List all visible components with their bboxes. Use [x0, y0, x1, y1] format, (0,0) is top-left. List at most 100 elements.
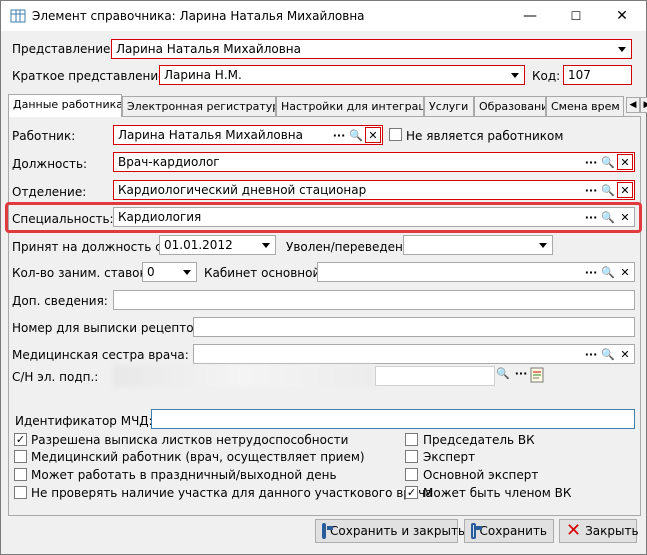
save-icon: [471, 523, 481, 539]
worker-field[interactable]: Ларина Наталья Михайловна ··· 🔍 ✕: [113, 125, 383, 145]
code-field[interactable]: 107: [563, 65, 632, 85]
code-label: Код:: [532, 69, 561, 83]
search-icon[interactable]: 🔍: [600, 264, 616, 280]
main-expert-checkbox[interactable]: [405, 468, 418, 481]
select-ellipsis-icon[interactable]: ···: [583, 264, 599, 280]
select-ellipsis-icon[interactable]: ···: [583, 209, 599, 225]
clear-icon[interactable]: ✕: [617, 264, 633, 280]
short-presentation-select[interactable]: Ларина Н.М.: [159, 65, 525, 85]
search-icon[interactable]: 🔍: [348, 127, 364, 143]
search-icon[interactable]: 🔍: [600, 209, 616, 225]
chevron-down-icon[interactable]: [535, 237, 551, 253]
close-window-button[interactable]: ✕: [599, 1, 645, 31]
presentation-value: Ларина Наталья Михайловна: [116, 42, 301, 56]
holiday-work-checkbox[interactable]: [14, 468, 27, 481]
mchd-label: Идентификатор МЧД:: [15, 414, 153, 428]
department-field[interactable]: Кардиологический дневной стационар ··· 🔍…: [113, 180, 635, 200]
tab-scroll-right-icon[interactable]: ▶: [640, 97, 647, 113]
short-presentation-value: Ларина Н.М.: [164, 68, 242, 82]
vk-member-checkbox[interactable]: ✓: [405, 486, 418, 499]
save-icon: [322, 523, 333, 539]
medical-worker-checkbox[interactable]: [14, 450, 27, 463]
recipe-number-field[interactable]: [193, 317, 635, 337]
hired-date-field[interactable]: 01.01.2012: [159, 235, 276, 255]
certificate-icon[interactable]: [530, 367, 544, 383]
select-ellipsis-icon[interactable]: ···: [331, 127, 347, 143]
extra-info-field[interactable]: [113, 290, 635, 310]
cert-redacted: [113, 365, 375, 387]
save-and-close-label: Сохранить и закрыть: [330, 524, 466, 538]
close-button[interactable]: ✕ Закрыть: [559, 519, 639, 543]
search-icon[interactable]: 🔍: [600, 346, 616, 362]
tab-e-registry[interactable]: Электронная регистратура: [122, 96, 276, 116]
chevron-down-icon[interactable]: [614, 41, 630, 57]
minimize-button[interactable]: —: [507, 1, 553, 31]
specialty-field[interactable]: Кардиология ··· 🔍 ✕: [113, 207, 635, 227]
not-worker-checkbox[interactable]: [389, 128, 402, 141]
search-icon[interactable]: 🔍: [600, 154, 616, 170]
catalog-icon: [10, 9, 26, 23]
department-value: Кардиологический дневной стационар: [118, 183, 367, 197]
cert-field[interactable]: [375, 366, 495, 386]
skip-district-check-label: Не проверять наличие участка для данного…: [31, 486, 433, 500]
close-icon: ✕: [566, 520, 582, 541]
select-ellipsis-icon[interactable]: ···: [583, 182, 599, 198]
presentation-label: Представление:: [12, 42, 115, 56]
nurse-field[interactable]: ··· 🔍 ✕: [193, 344, 635, 364]
main-expert-label: Основной эксперт: [423, 468, 539, 482]
save-and-close-button[interactable]: Сохранить и закрыть: [315, 519, 465, 543]
clear-icon[interactable]: ✕: [617, 182, 633, 198]
select-ellipsis-icon[interactable]: ···: [513, 367, 529, 385]
skip-district-check-checkbox[interactable]: [14, 486, 27, 499]
vk-chairman-checkbox[interactable]: [405, 433, 418, 446]
chevron-down-icon[interactable]: [258, 237, 274, 253]
save-button[interactable]: Сохранить: [464, 519, 554, 543]
hired-date-value: 01.01.2012: [164, 238, 233, 252]
expert-checkbox[interactable]: [405, 450, 418, 463]
position-label: Должность:: [12, 157, 88, 171]
chevron-down-icon[interactable]: [507, 67, 523, 83]
clear-icon[interactable]: ✕: [617, 209, 633, 225]
tab-services[interactable]: Услуги: [424, 96, 474, 116]
recipe-number-label: Номер для выписки рецептов:: [12, 321, 205, 335]
rates-label: Кол-во заним. ставок:: [12, 266, 151, 280]
fired-label: Уволен/переведен: [286, 240, 403, 254]
hired-label: Принят на должность с:: [12, 240, 166, 254]
tab-scroll-left-icon[interactable]: ◀: [626, 97, 640, 113]
position-value: Врач-кардиолог: [118, 155, 220, 169]
expert-label: Эксперт: [423, 450, 476, 464]
code-value: 107: [568, 68, 591, 82]
fired-date-field[interactable]: [403, 235, 553, 255]
select-ellipsis-icon[interactable]: ···: [583, 154, 599, 170]
tab-integration[interactable]: Настройки для интеграции: [276, 96, 424, 116]
vk-member-label: Может быть членом ВК: [423, 486, 572, 500]
close-label: Закрыть: [585, 524, 639, 538]
rates-select[interactable]: 0: [142, 262, 197, 282]
clear-icon[interactable]: ✕: [617, 346, 633, 362]
specialty-label: Специальность:: [12, 212, 114, 226]
chevron-down-icon[interactable]: [179, 264, 195, 280]
presentation-select[interactable]: Ларина Наталья Михайловна: [111, 39, 632, 59]
tab-shift[interactable]: Смена врем: [546, 96, 624, 116]
short-presentation-label: Краткое представление:: [12, 69, 170, 83]
position-field[interactable]: Врач-кардиолог ··· 🔍 ✕: [113, 152, 635, 172]
mchd-field[interactable]: [151, 409, 635, 429]
clear-icon[interactable]: ✕: [617, 154, 633, 170]
vk-chairman-label: Председатель ВК: [423, 433, 535, 447]
window-title: Элемент справочника: Ларина Наталья Миха…: [32, 9, 365, 23]
search-icon[interactable]: 🔍: [495, 367, 511, 385]
clear-icon[interactable]: ✕: [365, 127, 381, 143]
sick-leave-label: Разрешена выписка листков нетрудоспособн…: [31, 433, 349, 447]
sick-leave-checkbox[interactable]: ✓: [14, 433, 27, 446]
cabinet-field[interactable]: ··· 🔍 ✕: [317, 262, 635, 282]
worker-value: Ларина Наталья Михайловна: [118, 128, 303, 142]
title-bar: Элемент справочника: Ларина Наталья Миха…: [1, 1, 646, 31]
department-label: Отделение:: [12, 185, 87, 199]
specialty-value: Кардиология: [118, 210, 202, 224]
select-ellipsis-icon[interactable]: ···: [583, 346, 599, 362]
maximize-button[interactable]: ☐: [553, 1, 599, 31]
cert-label: С/Н эл. подп.:: [12, 370, 99, 384]
search-icon[interactable]: 🔍: [600, 182, 616, 198]
tab-education[interactable]: Образование: [474, 96, 546, 116]
tab-worker-data[interactable]: Данные работника: [8, 94, 122, 117]
